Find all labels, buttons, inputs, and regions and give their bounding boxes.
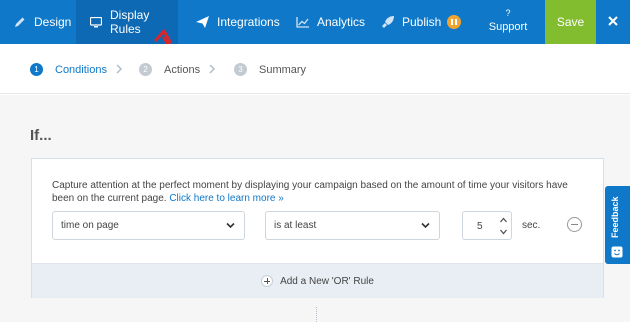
rule-group-card: Capture attention at the perfect moment … [31,158,604,298]
step-1-number: 1 [30,63,43,76]
tab-design[interactable]: Design [0,0,76,44]
step-conditions[interactable]: Conditions [55,64,107,76]
step-summary[interactable]: Summary [259,64,306,76]
top-nav-bar: Design Display Rules Integrations Analyt… [0,0,630,44]
tab-publish-label: Publish [402,15,442,29]
page-title: If... [30,127,52,144]
chevron-right-icon [116,64,123,74]
tab-analytics[interactable]: Analytics [282,0,370,44]
condition-select[interactable]: time on page [52,211,245,240]
chevron-down-icon [421,222,430,229]
plus-icon [261,275,274,287]
chart-icon [296,16,317,28]
feedback-label: Feedback [610,196,620,238]
stepper-down-icon[interactable] [499,228,508,236]
learn-more-link[interactable]: Click here to learn more » [169,193,284,204]
remove-rule-button[interactable] [567,217,582,232]
seconds-unit-label: sec. [522,220,541,231]
operator-select[interactable]: is at least [265,211,440,240]
chevron-down-icon [226,222,235,229]
monitor-icon [90,16,110,28]
add-or-rule-label: Add a New 'OR' Rule [280,275,374,287]
paper-plane-icon [196,16,217,28]
rule-description-text: Capture attention at the perfect moment … [52,180,568,204]
connector-line [316,307,317,322]
tab-design-label: Design [34,15,72,29]
step-3-number: 3 [234,63,247,76]
seconds-stepper[interactable]: 5 [462,211,512,240]
rule-description: Capture attention at the perfect moment … [52,179,587,205]
step-actions[interactable]: Actions [164,64,200,76]
pause-icon [447,15,462,29]
condition-select-value: time on page [61,220,119,231]
chevron-right-icon [209,64,216,74]
feedback-tab[interactable]: Feedback [605,186,630,264]
tab-analytics-label: Analytics [317,15,366,29]
stepper-up-icon[interactable] [499,216,508,224]
pencil-icon [14,16,34,28]
save-button[interactable]: Save [545,0,596,44]
minus-icon [571,224,578,225]
question-icon: ? [505,8,511,18]
close-button[interactable] [596,0,630,44]
support-label: Support [488,21,528,33]
support-button[interactable]: ? Support [480,0,536,44]
tab-publish[interactable]: Publish [370,0,465,44]
rocket-icon [382,16,402,28]
wizard-steps: 1 Conditions 2 Actions 3 Summary [0,44,630,94]
tab-integrations-label: Integrations [217,15,280,29]
add-or-rule-button[interactable]: Add a New 'OR' Rule [32,263,603,298]
rules-editor: If... Capture attention at the perfect m… [0,95,630,322]
operator-select-value: is at least [274,220,317,231]
close-icon [608,13,618,31]
step-2-number: 2 [139,63,152,76]
seconds-value: 5 [477,221,483,232]
smiley-icon [611,246,623,258]
